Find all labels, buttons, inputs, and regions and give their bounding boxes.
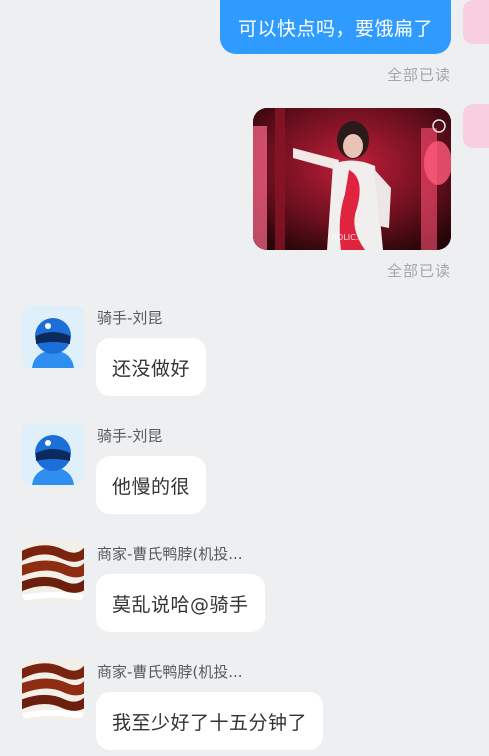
rider-helmet-icon	[22, 306, 84, 368]
sender-name: 骑手-刘昆	[97, 309, 163, 327]
rider-helmet-icon	[22, 423, 84, 485]
sender-name: 骑手-刘昆	[97, 427, 163, 445]
merchant-avatar[interactable]	[22, 658, 84, 720]
merchant-avatar[interactable]	[22, 540, 84, 602]
sender-name: 商家-曹氏鸭脖(机投...	[97, 663, 243, 681]
image-watermark: HOLIC...	[331, 233, 363, 242]
incoming-message-bubble[interactable]: 他慢的很	[96, 456, 207, 514]
gif-image: HOLIC...	[253, 108, 451, 250]
incoming-message-text: 他慢的很	[112, 475, 191, 498]
incoming-message-text: 还没做好	[112, 357, 191, 380]
outgoing-message-bubble[interactable]: 可以快点吗，要饿扁了	[219, 0, 451, 54]
incoming-message-bubble[interactable]: 莫乱说哈@骑手	[96, 574, 265, 632]
read-status: 全部已读	[386, 66, 451, 84]
chat-screen: 可以快点吗，要饿扁了 全部已读 HOLIC... 全部已读 骑手-刘昆 还没做好…	[0, 0, 489, 756]
self-avatar[interactable]	[463, 104, 489, 148]
duck-neck-food-icon	[22, 540, 84, 602]
read-status: 全部已读	[386, 262, 451, 280]
self-avatar[interactable]	[463, 0, 489, 44]
duck-neck-food-icon	[22, 658, 84, 720]
incoming-message-text: 我至少好了十五分钟了	[112, 711, 308, 734]
incoming-message-bubble[interactable]: 我至少好了十五分钟了	[96, 692, 324, 750]
incoming-message-bubble[interactable]: 还没做好	[96, 338, 207, 396]
rider-avatar[interactable]	[22, 306, 84, 368]
outgoing-message-text: 可以快点吗，要饿扁了	[237, 17, 433, 40]
incoming-message-text: 莫乱说哈@骑手	[112, 593, 249, 616]
sender-name: 商家-曹氏鸭脖(机投...	[97, 545, 243, 563]
rider-avatar[interactable]	[22, 423, 84, 485]
outgoing-image-message[interactable]: HOLIC...	[253, 108, 451, 250]
